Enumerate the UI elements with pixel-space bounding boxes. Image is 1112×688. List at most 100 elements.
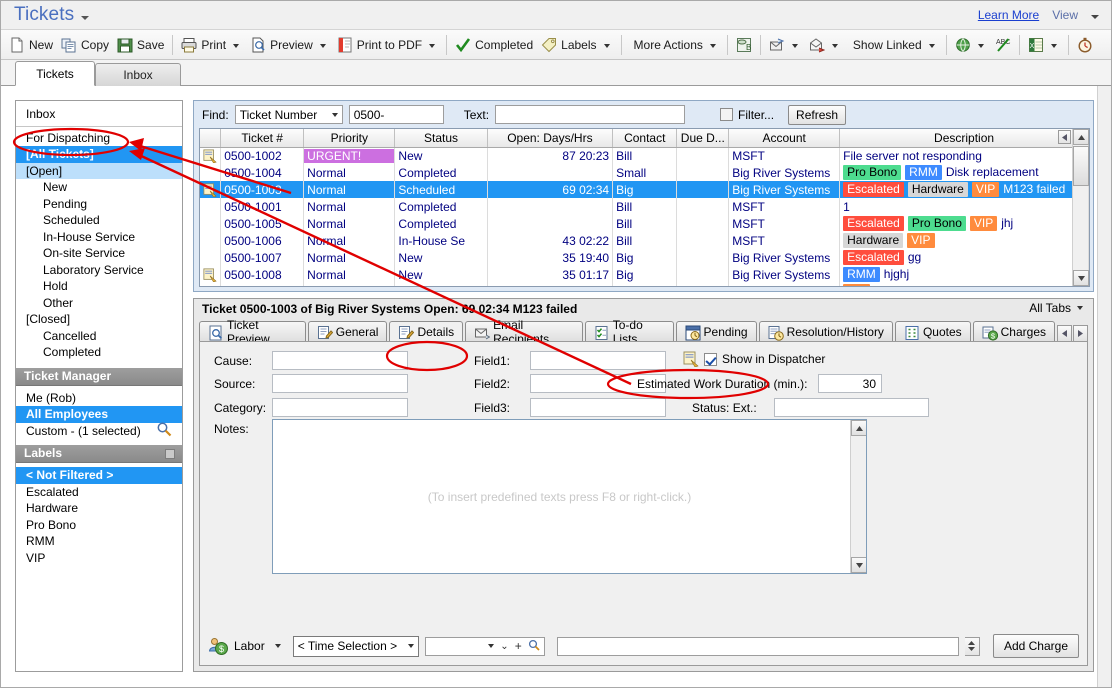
- table-row[interactable]: 0500-1003NormalScheduled69 02:34BigBig R…: [200, 181, 1089, 198]
- table-row[interactable]: 0500-1001NormalCompletedBillMSFT1: [200, 198, 1089, 215]
- toolbar-button-timer-icon[interactable]: [1073, 33, 1097, 57]
- sidebar-item-laboratory-service[interactable]: Laboratory Service: [16, 262, 182, 279]
- chevron-down-icon[interactable]: [233, 44, 239, 48]
- toolbar-button-email-send-icon[interactable]: [765, 33, 805, 57]
- table-row[interactable]: 0500-1004NormalCompletedSmallBig River S…: [200, 164, 1089, 181]
- sidebar-item-other[interactable]: Other: [16, 295, 182, 312]
- grid-scroll-left-button[interactable]: [1058, 130, 1071, 144]
- view-menu-label[interactable]: View: [1052, 8, 1078, 22]
- table-row[interactable]: 0500-1006NormalIn-House Se43 02:22BillMS…: [200, 232, 1089, 249]
- detail-tab-to-do-lists[interactable]: To-do Lists: [585, 321, 674, 342]
- grid-column-header-status[interactable]: Status: [395, 129, 487, 147]
- toolbar-button-spellcheck-icon[interactable]: ABC: [991, 33, 1015, 57]
- source-input[interactable]: [272, 374, 408, 393]
- charge-stepper[interactable]: [965, 637, 980, 656]
- notes-scroll-down-button[interactable]: [851, 557, 867, 573]
- sidebar-manager-item-me-rob[interactable]: Me (Rob): [16, 390, 182, 407]
- chevron-down-icon[interactable]: [929, 44, 935, 48]
- title-dropdown-caret-icon[interactable]: [81, 16, 89, 20]
- sidebar-label-item-rmm[interactable]: RMM: [16, 533, 182, 550]
- detail-tab-quotes[interactable]: Quotes: [895, 321, 971, 342]
- row-flag-cell[interactable]: [200, 283, 221, 287]
- chevron-down-icon[interactable]: [320, 44, 326, 48]
- sidebar-item-hold[interactable]: Hold: [16, 278, 182, 295]
- toolbar-button-globe-icon[interactable]: [951, 33, 991, 57]
- toolbar-button-more-actions[interactable]: More Actions: [626, 33, 723, 57]
- detail-tab-general[interactable]: General: [308, 321, 388, 342]
- row-flag-cell[interactable]: [200, 164, 221, 181]
- view-dropdown-caret-icon[interactable]: [1091, 15, 1099, 19]
- charge-description-input[interactable]: [557, 637, 959, 656]
- row-flag-cell[interactable]: [200, 198, 221, 215]
- dispatcher-flag-icon[interactable]: [203, 149, 217, 163]
- scroll-down-button[interactable]: [1073, 270, 1089, 286]
- chevron-down-icon[interactable]: [604, 44, 610, 48]
- grid-column-header-ticket[interactable]: Ticket #: [221, 129, 304, 147]
- grid-column-header-due-d[interactable]: Due D...: [677, 129, 729, 147]
- time-entry-input[interactable]: ⌄ +: [425, 637, 545, 656]
- toolbar-button-new[interactable]: New: [5, 33, 57, 57]
- grid-column-header-description[interactable]: Description: [840, 129, 1089, 147]
- detail-tab-next-button[interactable]: [1073, 325, 1088, 342]
- time-selection-select[interactable]: < Time Selection >: [293, 636, 419, 657]
- find-value-input[interactable]: 0500-: [349, 105, 444, 124]
- notes-scrollbar[interactable]: [850, 420, 866, 573]
- grid-column-header-flag[interactable]: [200, 129, 221, 147]
- sidebar-label-item-not-filtered[interactable]: < Not Filtered >: [16, 467, 182, 484]
- toolbar-button-excel-export-icon[interactable]: X: [1024, 33, 1064, 57]
- chevron-down-icon[interactable]: [710, 44, 716, 48]
- chevron-down-icon[interactable]: [978, 44, 984, 48]
- filter-checkbox[interactable]: [720, 108, 733, 121]
- chevron-down-icon[interactable]: [792, 44, 798, 48]
- sidebar-item-on-site-service[interactable]: On-site Service: [16, 245, 182, 262]
- chevron-down-icon[interactable]: [488, 644, 494, 648]
- cause-input[interactable]: [272, 351, 408, 370]
- detail-tab-charges[interactable]: $ Charges: [973, 321, 1055, 342]
- detail-tab-pending[interactable]: Pending: [676, 321, 757, 342]
- sidebar-item-completed[interactable]: Completed: [16, 344, 182, 361]
- status-ext-input[interactable]: [774, 398, 929, 417]
- sidebar-item-open[interactable]: [Open]: [16, 163, 182, 180]
- dispatcher-flag-icon[interactable]: [203, 268, 217, 282]
- sidebar-item-scheduled[interactable]: Scheduled: [16, 212, 182, 229]
- field3-input[interactable]: [530, 398, 666, 417]
- detail-tab-ticket-preview[interactable]: Ticket Preview: [199, 321, 306, 342]
- row-flag-cell[interactable]: [200, 147, 221, 164]
- notes-scroll-up-button[interactable]: [851, 420, 867, 436]
- labor-dropdown-caret-icon[interactable]: [275, 644, 281, 648]
- row-flag-cell[interactable]: [200, 215, 221, 232]
- add-charge-button[interactable]: Add Charge: [993, 634, 1079, 658]
- text-search-input[interactable]: [495, 105, 685, 124]
- grid-vertical-scrollbar[interactable]: [1072, 129, 1088, 286]
- detail-tab-prev-button[interactable]: [1057, 325, 1072, 342]
- sidebar-item-inbox[interactable]: Inbox: [16, 106, 182, 123]
- magnifier-icon[interactable]: [156, 421, 172, 442]
- sidebar-item-all-tickets[interactable]: [All Tickets]: [16, 146, 182, 163]
- chevron-down-icon[interactable]: [429, 44, 435, 48]
- grid-column-header-contact[interactable]: Contact: [613, 129, 677, 147]
- category-input[interactable]: [272, 398, 408, 417]
- sidebar-item-for-dispatching[interactable]: For Dispatching: [16, 130, 182, 147]
- toolbar-button-save[interactable]: Save: [113, 33, 168, 57]
- table-row[interactable]: 0500-1008NormalNew35 01:17BigBig River S…: [200, 266, 1089, 283]
- sidebar-label-item-pro-bono[interactable]: Pro Bono: [16, 517, 182, 534]
- toolbar-button-spellcheck-db-icon[interactable]: B: [732, 33, 756, 57]
- detail-tab-details[interactable]: Details: [389, 321, 463, 342]
- collapse-icon[interactable]: ⌄: [500, 641, 508, 652]
- sidebar-label-item-escalated[interactable]: Escalated: [16, 484, 182, 501]
- all-tabs-menu[interactable]: All Tabs: [1029, 301, 1083, 315]
- window-vertical-scrollbar[interactable]: [1097, 86, 1111, 687]
- tab-tickets[interactable]: Tickets: [15, 61, 95, 86]
- sidebar-item-new[interactable]: New: [16, 179, 182, 196]
- toolbar-button-print-to-pdf[interactable]: Print to PDF: [333, 33, 442, 57]
- dispatcher-flag-icon[interactable]: [203, 183, 217, 197]
- duration-input[interactable]: 30: [818, 374, 882, 393]
- sidebar-item-in-house-service[interactable]: In-House Service: [16, 229, 182, 246]
- row-flag-cell[interactable]: [200, 232, 221, 249]
- table-row[interactable]: 0500-1002URGENT!New87 20:23BillMSFTFile …: [200, 147, 1089, 164]
- labels-color-swatch-icon[interactable]: [165, 449, 175, 459]
- toolbar-button-show-linked[interactable]: Show Linked: [845, 33, 942, 57]
- row-flag-cell[interactable]: [200, 181, 221, 198]
- magnifier-icon[interactable]: [528, 639, 540, 654]
- table-row[interactable]: 0500-1005NormalCompletedBillMSFTEscalate…: [200, 215, 1089, 232]
